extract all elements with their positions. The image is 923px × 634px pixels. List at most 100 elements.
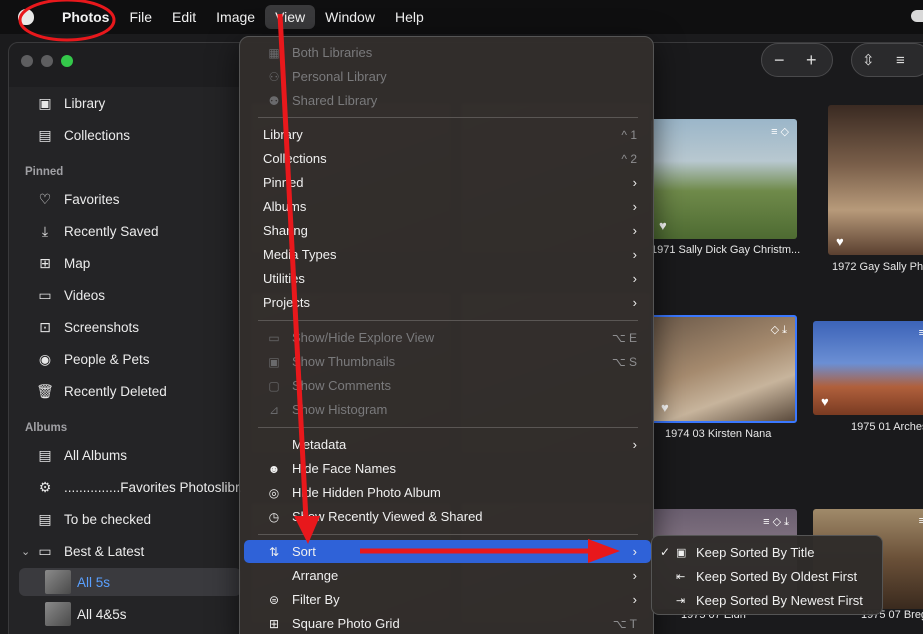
clock-icon: ◷ [268, 509, 280, 524]
sidebar-item-label: Collections [64, 127, 131, 143]
newest-first-icon: ⇥ [676, 594, 686, 607]
sidebar-item-favorites-library[interactable]: ⚙ ...............Favorites Photoslibr... [35, 475, 250, 499]
menu-item-both-libraries[interactable]: ▦ Both Libraries [244, 41, 651, 64]
menu-item-metadata[interactable]: Metadata › [244, 433, 651, 456]
sidebar-item-recently-saved[interactable]: ⤓ Recently Saved [35, 219, 159, 243]
menu-item-label: Collections [263, 151, 327, 166]
menu-item-show-histogram[interactable]: ⊿ Show Histogram [244, 398, 651, 421]
menu-item-sort[interactable]: ⇅ Sort › [244, 540, 651, 563]
photo-thumbnail[interactable]: ♥ [828, 105, 923, 255]
menu-item-media-types[interactable]: Media Types › [244, 243, 651, 266]
menu-item-label: Filter By [292, 592, 340, 607]
photo-thumbnail[interactable]: ≡ ◇ ♥ [651, 119, 797, 239]
menu-item-pinned[interactable]: Pinned › [244, 171, 651, 194]
filter-icon[interactable]: ≡ [896, 52, 905, 69]
zoom-in-button[interactable]: + [806, 50, 817, 71]
sidebar-item-all-albums[interactable]: ▤ All Albums [35, 443, 127, 467]
view-controls: ⇳ ≡ [851, 43, 923, 77]
menu-item-label: Arrange [292, 568, 339, 583]
submenu-item-label: Keep Sorted By Oldest First [696, 568, 858, 584]
sidebar-item-people-pets[interactable]: ◉ People & Pets [35, 347, 150, 371]
close-button[interactable] [21, 55, 33, 67]
sidebar-item-recently-deleted[interactable]: 🗑 Recently Deleted [35, 379, 167, 403]
minimize-button[interactable] [41, 55, 53, 67]
fit-icon[interactable]: ⇳ [862, 51, 875, 69]
menu-item-label: Both Libraries [292, 45, 373, 60]
menu-item-show-recently-viewed[interactable]: ◷ Show Recently Viewed & Shared [244, 505, 651, 528]
submenu-item-sort-oldest[interactable]: ⇤ Keep Sorted By Oldest First [658, 564, 878, 588]
menu-help[interactable]: Help [385, 5, 434, 29]
menu-item-label: Show/Hide Explore View [292, 330, 435, 345]
menu-image[interactable]: Image [206, 5, 265, 29]
menu-edit[interactable]: Edit [162, 5, 206, 29]
heart-icon[interactable]: ♥ [659, 218, 667, 233]
menu-item-shared-library[interactable]: ⚉ Shared Library [244, 89, 651, 112]
sidebar-item-to-be-checked[interactable]: ▤ To be checked [35, 507, 151, 531]
menubar: Photos File Edit Image View Window Help [0, 0, 923, 34]
menu-window[interactable]: Window [315, 5, 385, 29]
menu-item-label: Library [263, 127, 303, 142]
submenu-item-sort-title[interactable]: ✓ ▣ Keep Sorted By Title [658, 540, 878, 564]
submenu-item-label: Keep Sorted By Newest First [696, 592, 863, 608]
menu-item-label: Show Recently Viewed & Shared [292, 509, 483, 524]
sidebar-item-label: Map [64, 255, 91, 271]
cloud-icon[interactable] [911, 10, 923, 22]
zoom-out-button[interactable]: − [774, 50, 785, 71]
menu-view[interactable]: View [265, 5, 316, 29]
trash-icon: 🗑 [36, 382, 54, 399]
sidebar-icon: ▭ [268, 330, 280, 345]
library-icon: ▦ [268, 45, 280, 60]
menu-file[interactable]: File [119, 5, 162, 29]
sidebar-item-all-5s[interactable]: All 5s [19, 568, 241, 596]
sort-submenu: ✓ ▣ Keep Sorted By Title ⇤ Keep Sorted B… [651, 535, 883, 615]
heart-icon[interactable]: ♥ [821, 394, 829, 409]
sidebar-item-favorites[interactable]: ♡ Favorites [35, 187, 120, 211]
menu-item-hide-face-names[interactable]: ☻ Hide Face Names [244, 457, 651, 480]
sidebar-item-collections[interactable]: ▤ Collections [35, 123, 130, 147]
sort-icon: ⇅ [268, 544, 280, 559]
menu-item-show-comments[interactable]: ▢ Show Comments [244, 374, 651, 397]
apple-icon[interactable] [18, 9, 34, 25]
menu-item-show-hide-explore[interactable]: ▭ Show/Hide Explore View ⌥ E [244, 326, 651, 349]
menu-item-filter-by[interactable]: ⊜ Filter By › [244, 588, 651, 611]
filter-icon: ⊜ [268, 592, 280, 607]
sidebar-item-all-4-5s[interactable]: All 4&5s [19, 600, 241, 628]
tag-icon: ◇ ⤓ [770, 324, 787, 336]
menu-item-show-thumbnails[interactable]: ▣ Show Thumbnails ⌥ S [244, 350, 651, 373]
menu-item-hide-hidden-album[interactable]: ◎ Hide Hidden Photo Album [244, 481, 651, 504]
sidebar-item-map[interactable]: ⊞ Map [35, 251, 90, 275]
recently-saved-icon: ⤓ [41, 222, 49, 239]
view-menu: ▦ Both Libraries ⚇ Personal Library ⚉ Sh… [239, 36, 654, 634]
sidebar-item-label: Best & Latest [64, 543, 145, 559]
menu-item-library[interactable]: Library ^ 1 [244, 123, 651, 146]
photo-library-icon: ▣ [38, 94, 52, 111]
menu-item-projects[interactable]: Projects › [244, 291, 651, 314]
heart-icon[interactable]: ♥ [836, 234, 844, 249]
heart-icon: ♡ [38, 190, 52, 207]
menu-item-label: Pinned [263, 175, 304, 190]
photo-thumbnail[interactable]: ◇ ⤓ ♥ [651, 315, 797, 423]
sidebar-item-library[interactable]: ▣ Library [35, 91, 105, 115]
menu-item-square-photo-grid[interactable]: ⊞ Square Photo Grid ⌥ T [244, 612, 651, 634]
submenu-item-sort-newest[interactable]: ⇥ Keep Sorted By Newest First [658, 588, 878, 612]
menu-item-collections[interactable]: Collections ^ 2 [244, 147, 651, 170]
sidebar-item-videos[interactable]: ▭ Videos [35, 283, 105, 307]
sidebar-item-screenshots[interactable]: ⊡ Screenshots [35, 315, 139, 339]
sidebar-item-label: People & Pets [64, 351, 150, 367]
menu-photos[interactable]: Photos [52, 5, 119, 29]
menu-item-label: Utilities [263, 271, 305, 286]
photo-caption: 1972 Gay Sally Pho [832, 261, 923, 273]
zoom-button[interactable] [61, 55, 73, 67]
photo-thumbnail[interactable]: ≡ ♥ [813, 321, 923, 415]
menu-item-utilities[interactable]: Utilities › [244, 267, 651, 290]
menu-item-personal-library[interactable]: ⚇ Personal Library [244, 65, 651, 88]
menu-item-arrange[interactable]: Arrange › [244, 564, 651, 587]
menu-item-sharing[interactable]: Sharing › [244, 219, 651, 242]
menu-item-albums[interactable]: Albums › [244, 195, 651, 218]
sidebar-item-best-latest[interactable]: ▭ Best & Latest [35, 539, 144, 563]
chevron-down-icon[interactable]: ⌄ [21, 545, 30, 558]
heart-icon[interactable]: ♥ [661, 400, 669, 415]
grid-icon: ⊞ [268, 616, 280, 631]
menu-separator [258, 320, 638, 321]
map-icon: ⊞ [39, 254, 51, 271]
